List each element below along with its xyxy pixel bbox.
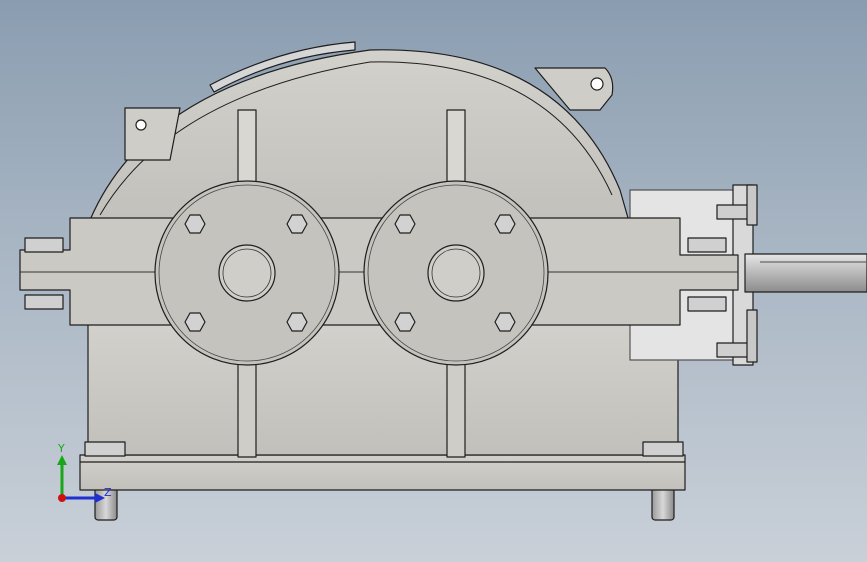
base-bolt-right: [642, 441, 684, 457]
lug-hole-right: [590, 77, 604, 91]
gearbox-model: [19, 41, 867, 521]
bearing-cap-left: [154, 180, 340, 366]
bolt-right-bottom: [687, 296, 727, 312]
bolt-right-top: [687, 237, 727, 253]
bearing-cap-right: [363, 180, 549, 366]
base-plate: [79, 454, 686, 491]
cad-viewport[interactable]: Y Z: [0, 0, 867, 562]
triad-origin: [58, 494, 66, 502]
foot-right: [651, 487, 675, 521]
base-bolt-left: [84, 441, 126, 457]
lug-hole-left: [135, 119, 147, 131]
rib-lower-left: [237, 349, 257, 458]
rib-upper-right: [446, 109, 466, 186]
output-shaft: [744, 253, 867, 293]
side-flange-bolt-top2: [746, 184, 758, 226]
rib-upper-left: [237, 109, 257, 186]
bolt-left-bottom: [24, 294, 64, 310]
rib-lower-right: [446, 349, 466, 458]
lower-housing: [87, 319, 679, 456]
side-flange-bolt-bottom2: [746, 309, 758, 363]
z-axis-label: Z: [104, 486, 112, 499]
y-axis-arrow: [57, 455, 67, 465]
lifting-lug-left: [124, 107, 181, 161]
y-axis-label: Y: [57, 442, 65, 455]
bolt-left-top: [24, 237, 64, 253]
